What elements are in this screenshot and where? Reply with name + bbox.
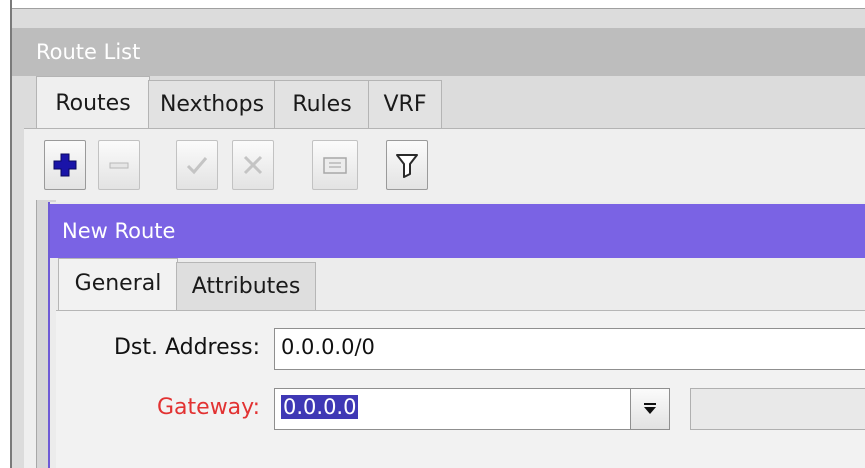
tab-label: Routes (55, 91, 131, 116)
cross-icon (243, 155, 263, 175)
tab-label: General (74, 271, 162, 296)
remove-button[interactable] (98, 140, 140, 190)
tab-vrf[interactable]: VRF (368, 80, 442, 129)
dropdown-arrow-icon (644, 403, 656, 414)
tab-label: Rules (292, 92, 352, 117)
gateway-value: 0.0.0.0 (281, 395, 359, 419)
dst-address-field[interactable]: 0.0.0.0/0 (274, 328, 865, 370)
dst-address-value: 0.0.0.0/0 (281, 335, 375, 359)
dst-address-label: Dst. Address: (113, 335, 260, 360)
window-title-bar[interactable]: Route List (12, 28, 865, 76)
dialog-title-bar[interactable]: New Route (50, 204, 865, 258)
filter-icon (396, 154, 418, 178)
tab-general[interactable]: General (58, 258, 178, 313)
tab-routes[interactable]: Routes (36, 76, 150, 131)
gateway-field[interactable]: 0.0.0.0 (274, 388, 634, 430)
tab-nexthops[interactable]: Nexthops (148, 80, 276, 129)
comment-button[interactable] (312, 140, 358, 190)
tab-label: Nexthops (159, 92, 265, 117)
check-icon (186, 157, 208, 175)
gateway-extra-field[interactable] (690, 388, 865, 430)
tab-label: Attributes (191, 274, 301, 299)
plus-icon (53, 153, 77, 177)
filter-button[interactable] (386, 140, 428, 190)
tab-attributes[interactable]: Attributes (176, 262, 316, 311)
dialog-title: New Route (62, 219, 176, 243)
tab-label: VRF (383, 92, 427, 117)
window-title: Route List (36, 40, 141, 64)
add-button[interactable] (44, 140, 86, 190)
enable-button[interactable] (176, 140, 218, 190)
disable-button[interactable] (232, 140, 274, 190)
comment-icon (323, 157, 347, 174)
tab-rules[interactable]: Rules (274, 80, 370, 129)
minus-icon (109, 162, 129, 169)
gateway-label: Gateway: (157, 395, 260, 420)
gateway-dropdown-button[interactable] (630, 388, 670, 430)
